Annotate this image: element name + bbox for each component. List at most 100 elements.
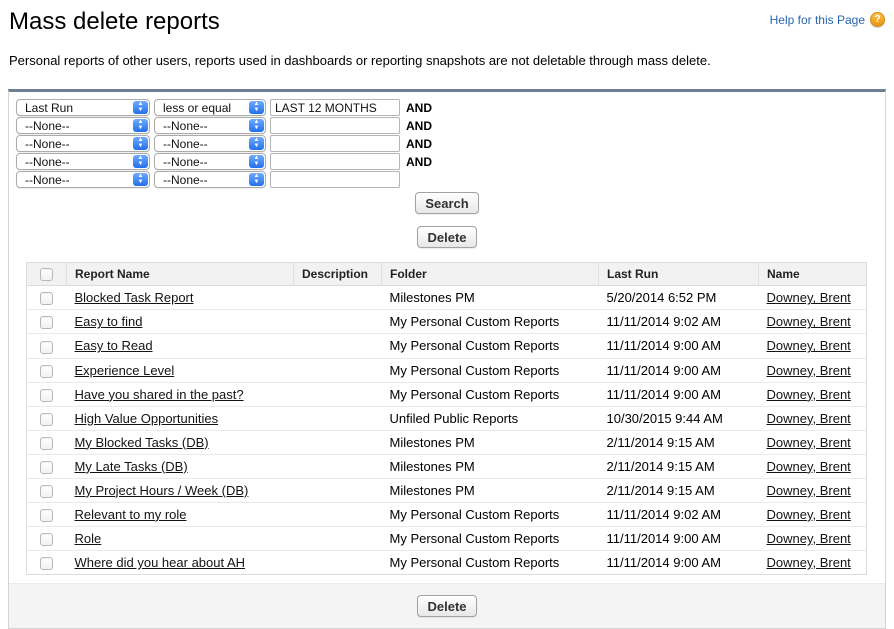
description-cell — [294, 334, 382, 358]
filter-operator-select[interactable]: --None--▲▼ — [154, 153, 266, 170]
row-checkbox[interactable] — [40, 365, 53, 378]
owner-name-cell: Downey, Brent — [759, 358, 867, 382]
report-name-link[interactable]: My Project Hours / Week (DB) — [75, 483, 249, 498]
table-row: Easy to ReadMy Personal Custom Reports11… — [27, 334, 867, 358]
report-name-link[interactable]: Relevant to my role — [75, 507, 187, 522]
filter-field-select[interactable]: --None-- ▲▼ — [16, 171, 150, 188]
report-name-link[interactable]: Have you shared in the past? — [75, 387, 244, 402]
owner-name-link[interactable]: Downey, Brent — [767, 387, 851, 402]
row-checkbox[interactable] — [40, 533, 53, 546]
owner-name-link[interactable]: Downey, Brent — [767, 507, 851, 522]
table-row: Blocked Task ReportMilestones PM5/20/201… — [27, 286, 867, 310]
row-checkbox[interactable] — [40, 413, 53, 426]
filter-value-input[interactable] — [270, 153, 400, 170]
row-checkbox[interactable] — [40, 389, 53, 402]
last-run-cell: 10/30/2015 9:44 AM — [599, 406, 759, 430]
row-checkbox[interactable] — [40, 437, 53, 450]
folder-cell: Milestones PM — [382, 454, 599, 478]
column-header-name: Name — [759, 263, 867, 286]
row-checkbox[interactable] — [40, 461, 53, 474]
report-name-cell: Blocked Task Report — [67, 286, 294, 310]
filter-operator-select[interactable]: --None--▲▼ — [154, 117, 266, 134]
filter-operator-select[interactable]: --None--▲▼ — [154, 171, 266, 188]
table-row: RoleMy Personal Custom Reports11/11/2014… — [27, 526, 867, 550]
row-checkbox-cell — [27, 454, 67, 478]
folder-cell: Milestones PM — [382, 478, 599, 502]
folder-cell: My Personal Custom Reports — [382, 334, 599, 358]
owner-name-link[interactable]: Downey, Brent — [767, 531, 851, 546]
owner-name-cell: Downey, Brent — [759, 430, 867, 454]
footer-band: Delete — [9, 583, 885, 628]
filter-operator-select[interactable]: less or equal▲▼ — [154, 99, 266, 116]
report-name-link[interactable]: Easy to find — [75, 314, 143, 329]
row-checkbox[interactable] — [40, 292, 53, 305]
report-name-link[interactable]: Blocked Task Report — [75, 290, 194, 305]
filter-field-select-value: --None-- — [25, 173, 70, 187]
page-header: Mass delete reports Help for this Page ? — [0, 0, 894, 36]
owner-name-link[interactable]: Downey, Brent — [767, 290, 851, 305]
filter-field-select[interactable]: --None--▲▼ — [16, 117, 150, 134]
row-checkbox-cell — [27, 526, 67, 550]
report-name-link[interactable]: Easy to Read — [75, 338, 153, 353]
owner-name-link[interactable]: Downey, Brent — [767, 363, 851, 378]
main-panel: Last Run▲▼less or equal▲▼AND--None--▲▼--… — [8, 89, 886, 629]
table-row: Have you shared in the past?My Personal … — [27, 382, 867, 406]
help-icon[interactable]: ? — [870, 12, 885, 27]
row-checkbox[interactable] — [40, 316, 53, 329]
page-title: Mass delete reports — [9, 8, 220, 36]
owner-name-link[interactable]: Downey, Brent — [767, 483, 851, 498]
select-stepper-icon: ▲▼ — [249, 173, 264, 186]
filter-field-select[interactable]: Last Run▲▼ — [16, 99, 150, 116]
owner-name-link[interactable]: Downey, Brent — [767, 411, 851, 426]
row-checkbox-cell — [27, 502, 67, 526]
select-stepper-icon: ▲▼ — [133, 101, 148, 114]
help-link-text[interactable]: Help for this Page — [770, 13, 865, 27]
report-name-cell: Have you shared in the past? — [67, 382, 294, 406]
delete-button-top[interactable]: Delete — [417, 226, 476, 248]
row-checkbox[interactable] — [40, 485, 53, 498]
filter-row-3: --None--▲▼--None--▲▼ AND — [16, 135, 885, 152]
select-all-checkbox[interactable] — [40, 268, 53, 281]
row-checkbox[interactable] — [40, 341, 53, 354]
row-checkbox[interactable] — [40, 557, 53, 570]
filter-operator-select-value: --None-- — [163, 137, 208, 151]
owner-name-link[interactable]: Downey, Brent — [767, 338, 851, 353]
description-cell — [294, 454, 382, 478]
report-name-cell: High Value Opportunities — [67, 406, 294, 430]
help-link[interactable]: Help for this Page ? — [770, 12, 885, 27]
table-row: Relevant to my roleMy Personal Custom Re… — [27, 502, 867, 526]
report-name-link[interactable]: Experience Level — [75, 363, 175, 378]
folder-cell: My Personal Custom Reports — [382, 526, 599, 550]
owner-name-link[interactable]: Downey, Brent — [767, 314, 851, 329]
filter-value-input[interactable] — [270, 117, 400, 134]
and-label: AND — [406, 137, 432, 151]
filter-field-select[interactable]: --None--▲▼ — [16, 135, 150, 152]
report-name-link[interactable]: My Late Tasks (DB) — [75, 459, 188, 474]
last-run-cell: 5/20/2014 6:52 PM — [599, 286, 759, 310]
filter-value-input[interactable] — [270, 171, 400, 188]
owner-name-link[interactable]: Downey, Brent — [767, 555, 851, 570]
select-stepper-icon: ▲▼ — [249, 155, 264, 168]
select-stepper-icon: ▲▼ — [249, 119, 264, 132]
report-name-link[interactable]: High Value Opportunities — [75, 411, 219, 426]
filter-field-select[interactable]: --None--▲▼ — [16, 153, 150, 170]
report-name-cell: Where did you hear about AH — [67, 551, 294, 575]
last-run-cell: 2/11/2014 9:15 AM — [599, 478, 759, 502]
last-run-cell: 11/11/2014 9:00 AM — [599, 382, 759, 406]
table-header-row: Report NameDescriptionFolderLast RunName — [27, 263, 867, 286]
owner-name-link[interactable]: Downey, Brent — [767, 459, 851, 474]
report-name-cell: My Late Tasks (DB) — [67, 454, 294, 478]
report-name-link[interactable]: Role — [75, 531, 102, 546]
folder-cell: My Personal Custom Reports — [382, 358, 599, 382]
filter-value-input[interactable] — [270, 135, 400, 152]
owner-name-cell: Downey, Brent — [759, 478, 867, 502]
filter-value-input[interactable] — [270, 99, 400, 116]
report-name-link[interactable]: Where did you hear about AH — [75, 555, 246, 570]
report-name-link[interactable]: My Blocked Tasks (DB) — [75, 435, 209, 450]
select-stepper-icon: ▲▼ — [133, 173, 148, 186]
owner-name-link[interactable]: Downey, Brent — [767, 435, 851, 450]
search-button[interactable]: Search — [415, 192, 478, 214]
filter-operator-select[interactable]: --None--▲▼ — [154, 135, 266, 152]
column-header-description: Description — [294, 263, 382, 286]
row-checkbox[interactable] — [40, 509, 53, 522]
